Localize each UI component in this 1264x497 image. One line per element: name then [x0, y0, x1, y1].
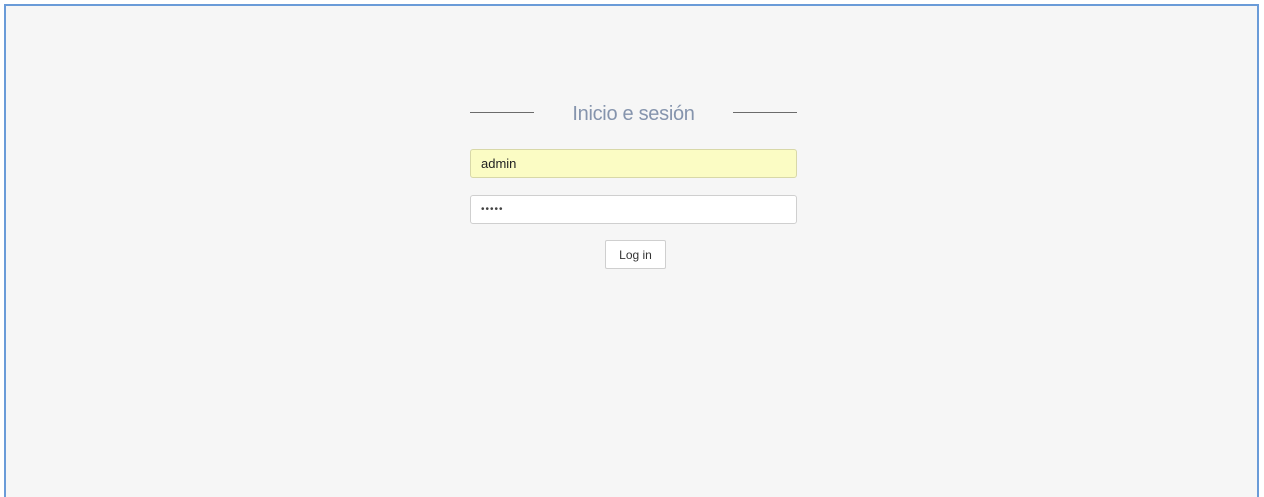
password-mask: •••••: [481, 204, 504, 215]
login-heading: Inicio e sesión: [470, 96, 797, 132]
login-panel: Inicio e sesión ••••• Log in: [470, 96, 797, 269]
password-input[interactable]: •••••: [470, 195, 797, 224]
heading-divider-right: [733, 112, 797, 113]
login-title: Inicio e sesión: [572, 102, 695, 125]
username-input[interactable]: [470, 149, 797, 178]
page-frame: Inicio e sesión ••••• Log in: [4, 4, 1259, 497]
login-button[interactable]: Log in: [605, 240, 666, 269]
heading-divider-left: [470, 112, 534, 113]
